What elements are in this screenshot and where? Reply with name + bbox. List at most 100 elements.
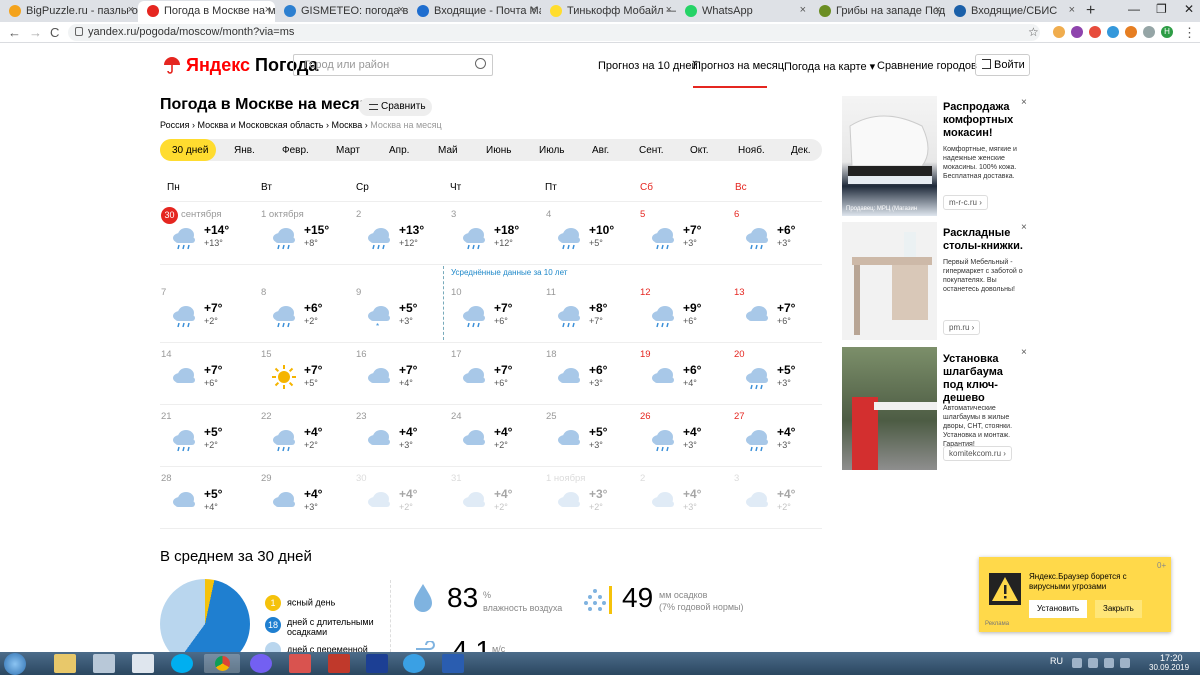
extension-icon[interactable]	[1071, 26, 1083, 38]
day-cell[interactable]: 7 +7° +2°	[161, 287, 253, 343]
day-cell[interactable]: 3 +18° +12°	[451, 209, 543, 265]
maximize-icon[interactable]: ❐	[1156, 2, 1167, 16]
day-cell[interactable]: 10 +7° +6°	[451, 287, 543, 343]
day-cell[interactable]: 5 +7° +3°	[640, 209, 732, 265]
file-explorer-icon[interactable]	[54, 654, 76, 673]
tab-yandex-weather[interactable]: Погода в Москве на месяц×	[138, 1, 275, 22]
month-tab[interactable]: Апр.	[389, 145, 409, 156]
tab-close-icon[interactable]: ×	[800, 4, 806, 16]
day-cell[interactable]: 26 +4° +3°	[640, 411, 732, 467]
tab-sbis[interactable]: Входящие/СБИС ×	[945, 1, 1079, 22]
app-icon[interactable]	[442, 654, 464, 673]
month-tab[interactable]: Март	[336, 145, 360, 156]
minimize-icon[interactable]: —	[1128, 2, 1140, 16]
volume-icon[interactable]	[1120, 658, 1130, 668]
tab-close-icon[interactable]: ×	[935, 4, 941, 16]
day-cell[interactable]: 3 +4° +2°	[734, 473, 826, 529]
breadcrumb-link[interactable]: Москва и Московская область	[198, 120, 324, 130]
day-cell[interactable]: 11 +8° +7°	[546, 287, 638, 343]
tab-close-icon[interactable]: ×	[666, 4, 672, 16]
day-cell[interactable]: 23 +4° +3°	[356, 411, 448, 467]
day-cell[interactable]: 31 +4° +2°	[451, 473, 543, 529]
ad-image-moccasins[interactable]: Продавец: МРЦ (Магазин	[842, 96, 937, 216]
login-button[interactable]: Войти	[975, 54, 1030, 76]
tab-gismeteo[interactable]: GISMETEO: погода в Москве×	[275, 1, 408, 22]
ad-title[interactable]: Раскладные столы-книжки.	[943, 227, 1023, 253]
day-cell[interactable]: 1 октября +15° +8°	[261, 209, 353, 265]
reload-icon[interactable]: C	[50, 25, 59, 40]
day-cell[interactable]: 6 +6° +3°	[734, 209, 826, 265]
day-cell[interactable]: 22 +4° +2°	[261, 411, 353, 467]
ad-image-barrier[interactable]	[842, 347, 937, 470]
tab-tinkoff[interactable]: Тинькофф Мобайл — связь×	[541, 1, 676, 22]
ad-link[interactable]: pm.ru ›	[943, 320, 981, 335]
search-icon[interactable]	[475, 58, 486, 69]
document-icon[interactable]	[132, 654, 154, 673]
day-cell[interactable]: 4 +10° +5°	[546, 209, 638, 265]
ad-close-icon[interactable]: ×	[1021, 222, 1027, 233]
month-tab[interactable]: Сент.	[639, 145, 664, 156]
ad-link[interactable]: m-r-c.ru ›	[943, 195, 988, 210]
bookmark-star-icon[interactable]: ☆	[1028, 25, 1039, 39]
day-cell[interactable]: 17 +7° +6°	[451, 349, 543, 405]
extension-icon[interactable]	[1143, 26, 1155, 38]
start-button[interactable]	[4, 653, 26, 675]
ad-image-table[interactable]	[842, 222, 937, 340]
extension-icon[interactable]	[1053, 26, 1065, 38]
tray-icon[interactable]	[1088, 658, 1098, 668]
extension-icon[interactable]	[1107, 26, 1119, 38]
day-cell[interactable]: 28 +5° +4°	[161, 473, 253, 529]
ad-close-icon[interactable]: ×	[1021, 347, 1027, 358]
calendar-app-icon[interactable]	[289, 654, 311, 673]
forward-arrow-icon[interactable]: →	[29, 25, 42, 40]
network-icon[interactable]	[1104, 658, 1114, 668]
chrome-icon[interactable]	[204, 654, 240, 673]
day-cell[interactable]: 20 +5° +3°	[734, 349, 826, 405]
extension-icon[interactable]	[1125, 26, 1137, 38]
day-cell[interactable]: 14 +7° +6°	[161, 349, 253, 405]
day-cell[interactable]: 15 +7° +5°	[261, 349, 353, 405]
day-cell[interactable]: 1 ноября +3° +2°	[546, 473, 638, 529]
clock-date[interactable]: 30.09.2019	[1149, 663, 1189, 672]
popup-close-button[interactable]: Закрыть	[1095, 600, 1142, 618]
paint-icon[interactable]	[93, 654, 115, 673]
tray-icon[interactable]	[1072, 658, 1082, 668]
day-cell[interactable]: 21 +5° +2°	[161, 411, 253, 467]
profile-avatar[interactable]: Н	[1161, 26, 1173, 38]
day-cell[interactable]: 16 +7° +4°	[356, 349, 448, 405]
day-cell[interactable]: 25 +5° +3°	[546, 411, 638, 467]
ad-close-icon[interactable]: ×	[1021, 97, 1027, 108]
ad-link[interactable]: komitekcom.ru ›	[943, 446, 1012, 461]
viber-icon[interactable]	[250, 654, 272, 673]
month-tab[interactable]: Февр.	[282, 145, 309, 156]
language-indicator[interactable]: RU	[1050, 656, 1063, 666]
extension-icon[interactable]	[1089, 26, 1101, 38]
tab-close-icon[interactable]: ×	[531, 4, 537, 16]
nav-forecast-10-days[interactable]: Прогноз на 10 дней	[598, 60, 698, 72]
tab-close-icon[interactable]: ×	[398, 4, 404, 16]
url-field[interactable]: yandex.ru/pogoda/moscow/month?via=ms	[68, 24, 1040, 41]
compare-button[interactable]: Сравнить	[359, 98, 432, 116]
day-cell[interactable]: 9 * +5° +3°	[356, 287, 448, 343]
day-cell[interactable]: 30 +4° +2°	[356, 473, 448, 529]
day-cell[interactable]: 27 +4° +3°	[734, 411, 826, 467]
nav-forecast-month[interactable]: Прогноз на месяц	[693, 60, 784, 72]
day-cell[interactable]: 18 +6° +3°	[546, 349, 638, 405]
day-cell[interactable]: 24 +4° +2°	[451, 411, 543, 467]
month-tab[interactable]: Янв.	[234, 145, 255, 156]
month-tab[interactable]: Дек.	[791, 145, 811, 156]
back-arrow-icon[interactable]: ←	[8, 25, 21, 40]
new-tab-button[interactable]: +	[1086, 2, 1095, 20]
nav-compare-cities[interactable]: Сравнение городов	[877, 60, 977, 72]
internet-explorer-icon[interactable]	[403, 654, 425, 673]
breadcrumb-link[interactable]: Россия	[160, 120, 190, 130]
search-input[interactable]: Город или район	[293, 54, 493, 76]
month-tab[interactable]: Авг.	[592, 145, 609, 156]
tab-mail[interactable]: Входящие - Почта Mail.ru×	[408, 1, 541, 22]
day-cell[interactable]: 8 +6° +2°	[261, 287, 353, 343]
month-tab[interactable]: Июнь	[486, 145, 511, 156]
tab-mushrooms[interactable]: Грибы на западе Подмосковья×	[810, 1, 945, 22]
tab-close-icon[interactable]: ×	[1069, 4, 1075, 16]
tab-close-icon[interactable]: ×	[128, 4, 134, 16]
app-icon[interactable]	[366, 654, 388, 673]
